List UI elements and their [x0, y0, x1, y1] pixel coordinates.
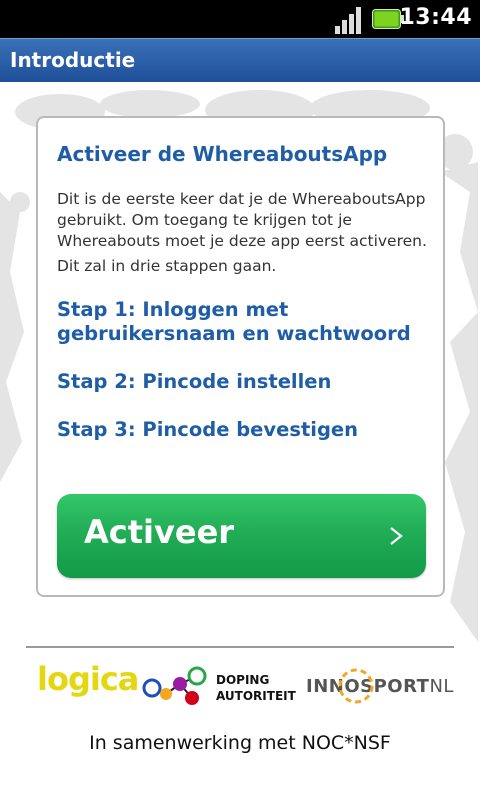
activate-button[interactable]: Activeer	[57, 494, 426, 578]
signal-icon	[335, 7, 361, 34]
innosport-text-c: NL	[429, 676, 454, 697]
step-1-label: Stap 1: Inloggen met gebruikersnaam en w…	[57, 298, 411, 345]
logica-logo: logica	[37, 660, 139, 698]
innosport-ring-icon	[338, 668, 374, 704]
footer-divider	[26, 646, 454, 648]
title-bar: Introductie	[0, 38, 480, 82]
chevron-right-icon	[390, 527, 403, 545]
collaboration-text: In samenwerking met NOC*NSF	[89, 732, 391, 754]
doping-text-line: AUTORITEIT	[216, 689, 296, 703]
partner-logos: logica DOPING AUTORITEIT INNOSPORTNL	[0, 652, 480, 722]
doping-text-line: DOPING	[216, 673, 270, 687]
clock: 13:44	[399, 5, 472, 30]
status-bar: 13:44	[0, 0, 480, 38]
description-paragraph: Dit zal in drie stappen gaan.	[57, 257, 277, 275]
description-paragraph: Dit is de eerste keer dat je de Whereabo…	[57, 190, 427, 250]
doping-autoriteit-logo	[142, 666, 207, 705]
innosport-logo: INNOSPORTNL	[306, 668, 454, 704]
activate-button-label: Activeer	[84, 513, 235, 551]
page-title: Introductie	[10, 48, 136, 72]
step-3-label: Stap 3: Pincode bevestigen	[57, 418, 359, 441]
card-description: Dit is de eerste keer dat je de Whereabo…	[57, 189, 427, 277]
intro-card: Activeer de WhereaboutsApp Dit is de eer…	[36, 116, 445, 597]
step-2-label: Stap 2: Pincode instellen	[57, 370, 332, 393]
doping-autoriteit-text: DOPING AUTORITEIT	[216, 672, 296, 704]
card-title: Activeer de WhereaboutsApp	[57, 142, 388, 166]
